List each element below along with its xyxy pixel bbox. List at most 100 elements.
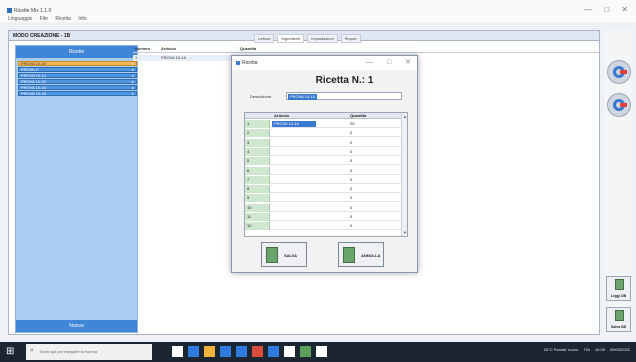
grid-row-quantity[interactable]: 0: [350, 213, 352, 221]
taskbar-app-icon[interactable]: [316, 346, 327, 357]
grid-row[interactable]: 80: [245, 185, 402, 194]
database-icon: [615, 279, 624, 290]
close-button[interactable]: ✕: [405, 59, 411, 66]
grid-row-quantity[interactable]: 0: [350, 139, 352, 147]
grid-row-quantity[interactable]: 0: [350, 129, 352, 137]
tab-ingredients[interactable]: Ingredienti: [277, 34, 305, 43]
taskbar-app-icon[interactable]: [268, 346, 279, 357]
menu-item-info[interactable]: Info: [78, 16, 86, 22]
description-field[interactable]: PROVA 10-16: [286, 92, 402, 100]
grid-row-quantity[interactable]: 0: [350, 176, 352, 184]
grid-row-article[interactable]: [272, 186, 276, 192]
taskbar-app-icon[interactable]: [220, 346, 231, 357]
grid-row-quantity[interactable]: 0: [350, 222, 352, 230]
taskbar-search-box[interactable]: ⌕ Scrivi qui per eseguire la ricerca: [26, 344, 152, 360]
cancel-button[interactable]: ANNULLA: [338, 242, 384, 267]
database-icon: [615, 310, 624, 321]
power-button[interactable]: [607, 93, 631, 117]
taskbar-app-icon[interactable]: [236, 346, 247, 357]
new-recipe-button[interactable]: Nuova: [16, 320, 137, 332]
grid-row-quantity[interactable]: 0: [350, 167, 352, 175]
grid-row-article[interactable]: [272, 168, 276, 174]
grid-row-article[interactable]: PROVA 10-16: [272, 121, 316, 127]
recipe-name: PROVA 10-18: [21, 91, 46, 96]
app-icon: [236, 61, 240, 65]
grid-row-article[interactable]: [272, 214, 276, 220]
grid-row-number: 9: [245, 194, 270, 203]
weather-text[interactable]: 16°C Parzial. nuvol.: [544, 347, 579, 352]
recipe-number-heading: Ricetta N.: 1: [232, 75, 417, 86]
grid-row-quantity[interactable]: 0: [350, 157, 352, 165]
scroll-up-icon[interactable]: ▲: [403, 114, 407, 119]
grid-row-article[interactable]: [272, 223, 276, 229]
cancel-button-label: ANNULLA: [361, 253, 381, 258]
grid-row[interactable]: 50: [245, 157, 402, 166]
grid-row[interactable]: 90: [245, 194, 402, 203]
grid-row[interactable]: 70: [245, 175, 402, 184]
save-button[interactable]: SALVA: [261, 242, 307, 267]
grid-row[interactable]: 11 0: [245, 213, 402, 221]
right-toolbar: Leggi DB Salva DB: [604, 30, 632, 335]
taskbar-app-icon[interactable]: [204, 346, 215, 357]
taskbar-app-icon[interactable]: [284, 346, 295, 357]
maximize-button[interactable]: □: [387, 59, 391, 66]
taskbar-app-icon[interactable]: [300, 346, 311, 357]
grid-row-article[interactable]: [272, 195, 276, 201]
minimize-button[interactable]: —: [366, 59, 373, 66]
grid-row[interactable]: 20: [245, 129, 402, 138]
save-db-button[interactable]: Salva DB: [606, 307, 631, 332]
grid-row-article[interactable]: [272, 177, 276, 183]
search-placeholder: Scrivi qui per eseguire la ricerca: [40, 349, 97, 354]
grid-row-quantity[interactable]: 25: [350, 120, 354, 128]
taskbar-app-icon[interactable]: [172, 346, 183, 357]
recipe-list-item[interactable]: PROVA 10-16 ▸: [18, 85, 137, 90]
grid-row-quantity[interactable]: 0: [350, 204, 352, 212]
grid-row[interactable]: 60: [245, 166, 402, 175]
taskbar-app-icon[interactable]: [252, 346, 263, 357]
grid-row-article[interactable]: [272, 205, 276, 211]
recipe-list-item[interactable]: PROVA 10-18 ▸: [18, 91, 137, 96]
tab-report[interactable]: Report: [340, 34, 361, 43]
recipe-dialog: Ricetta — □ ✕ Ricetta N.: 1 Descrizione:…: [231, 55, 418, 273]
language-indicator[interactable]: ITA: [584, 347, 590, 352]
recipe-list-item[interactable]: PROVA 2 ▸: [18, 67, 137, 72]
grid-row-quantity[interactable]: 0: [350, 194, 352, 202]
recipe-name: PROVA 10-16: [21, 85, 46, 90]
clock-date[interactable]: 09/03/2022: [610, 347, 630, 352]
grid-row[interactable]: 30: [245, 138, 402, 147]
menu-item-language[interactable]: Linguaggio: [8, 16, 32, 22]
power-button[interactable]: [607, 60, 631, 84]
minimize-button[interactable]: —: [584, 5, 592, 14]
grid-row[interactable]: 12 0: [245, 222, 402, 231]
menu-item-recipe[interactable]: Ricetta: [55, 16, 71, 22]
taskbar-app-icon[interactable]: [188, 346, 199, 357]
tab-read[interactable]: Lettura: [254, 34, 275, 43]
grid-header-quantity[interactable]: Quantita: [350, 113, 366, 118]
column-header-quantity[interactable]: Quantita: [240, 46, 256, 51]
clock-time[interactable]: 10:05: [595, 347, 605, 352]
column-header-article[interactable]: Articolo: [161, 46, 176, 51]
grid-row-quantity[interactable]: 0: [350, 185, 352, 193]
tab-settings[interactable]: Impostazioni: [307, 34, 338, 43]
grid-row-article[interactable]: [272, 130, 276, 136]
grid-row-quantity[interactable]: 0: [350, 148, 352, 156]
recipe-list-item[interactable]: PROVA 10-16 ▸: [18, 61, 137, 66]
grid-row[interactable]: 1 PROVA 10-16 25: [245, 120, 402, 128]
grid-row[interactable]: 40: [245, 147, 402, 156]
menu-item-file[interactable]: File: [40, 16, 48, 22]
grid-row-article[interactable]: [272, 158, 276, 164]
column-header-number[interactable]: Numero: [135, 46, 150, 51]
grid-row[interactable]: 10 0: [245, 203, 402, 212]
grid-scrollbar[interactable]: ▲ ▼: [401, 113, 407, 236]
grid-header-article[interactable]: Articolo: [274, 113, 289, 118]
maximize-button[interactable]: □: [604, 5, 609, 14]
recipe-list-item[interactable]: PROVA 10-13 ▸: [18, 73, 137, 78]
scroll-down-icon[interactable]: ▼: [403, 230, 407, 235]
grid-row-article[interactable]: [272, 149, 276, 155]
power-indicator: [620, 103, 627, 107]
close-button[interactable]: ✕: [621, 5, 628, 14]
load-db-button[interactable]: Leggi DB: [606, 276, 631, 301]
recipe-list-item[interactable]: PROVA 10-20 ▸: [18, 79, 137, 84]
grid-row-article[interactable]: [272, 140, 276, 146]
windows-start-icon[interactable]: ⊞: [6, 347, 14, 357]
